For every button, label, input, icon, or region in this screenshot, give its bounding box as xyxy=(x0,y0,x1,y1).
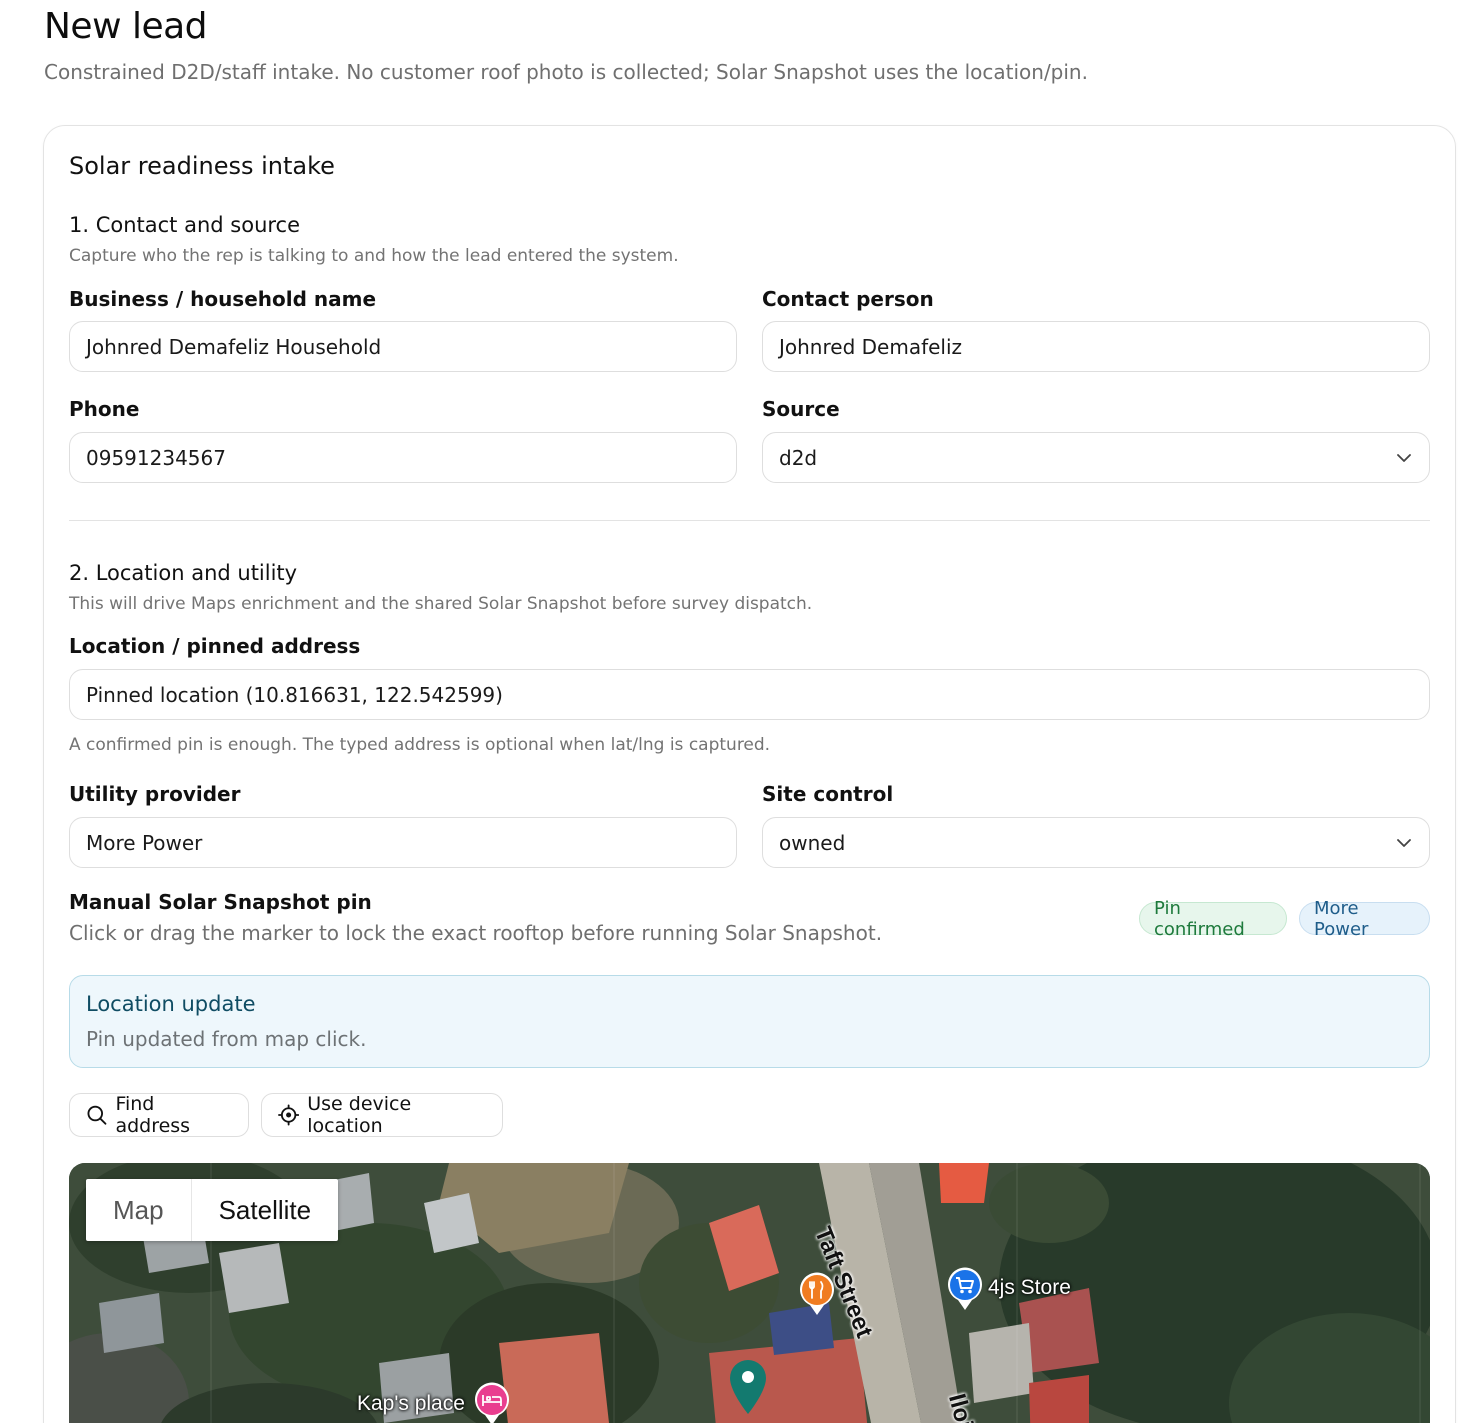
utility-provider-value: More Power xyxy=(86,830,203,855)
site-control-select[interactable]: owned xyxy=(762,817,1430,868)
poi-label-store: 4js Store xyxy=(988,1276,1071,1299)
page-subtitle: Constrained D2D/staff intake. No custome… xyxy=(44,60,1088,84)
card-title: Solar readiness intake xyxy=(69,152,335,180)
utility-provider-label: Utility provider xyxy=(69,782,241,806)
alert-body: Pin updated from map click. xyxy=(86,1027,367,1051)
contact-person-label: Contact person xyxy=(762,287,934,311)
satellite-toggle-button[interactable]: Satellite xyxy=(192,1179,339,1241)
business-name-label: Business / household name xyxy=(69,287,377,311)
use-device-location-button[interactable]: Use device location xyxy=(261,1093,503,1137)
utility-provider-input[interactable]: More Power xyxy=(69,817,737,868)
utility-badge: More Power xyxy=(1299,898,1430,940)
map-pin-icon[interactable] xyxy=(726,1356,770,1416)
shopping-cart-icon[interactable] xyxy=(946,1266,984,1312)
section-contact-hint: Capture who the rep is talking to and ho… xyxy=(69,246,679,266)
phone-input[interactable]: 09591234567 xyxy=(69,432,737,483)
section-contact-title: 1. Contact and source xyxy=(69,213,301,237)
site-control-value: owned xyxy=(779,830,846,855)
search-icon xyxy=(87,1105,107,1125)
section-location-hint: This will drive Maps enrichment and the … xyxy=(69,594,813,614)
poi-label-kaps: Kap's place xyxy=(357,1392,465,1415)
section-divider xyxy=(69,520,1430,521)
section-location-title: 2. Location and utility xyxy=(69,561,298,585)
map-toggle-button[interactable]: Map xyxy=(86,1179,192,1241)
use-device-location-label: Use device location xyxy=(307,1093,412,1137)
location-input[interactable]: Pinned location (10.816631, 122.542599) xyxy=(69,669,1430,720)
contact-person-input[interactable]: Johnred Demafeliz xyxy=(762,321,1430,372)
chevron-down-icon xyxy=(1397,839,1411,847)
business-name-input[interactable]: Johnred Demafeliz Household xyxy=(69,321,737,372)
source-value: d2d xyxy=(779,445,818,470)
source-select[interactable]: d2d xyxy=(762,432,1430,483)
map-type-toggle: Map Satellite xyxy=(86,1179,339,1241)
bed-icon[interactable] xyxy=(473,1381,511,1423)
pin-confirmed-badge: Pin confirmed xyxy=(1139,898,1287,940)
contact-person-value: Johnred Demafeliz xyxy=(779,334,963,359)
location-label: Location / pinned address xyxy=(69,634,361,658)
phone-value: 09591234567 xyxy=(86,445,226,470)
page-title: New lead xyxy=(44,6,208,47)
find-address-button[interactable]: Find address xyxy=(69,1093,249,1137)
location-value: Pinned location (10.816631, 122.542599) xyxy=(86,682,503,707)
restaurant-icon[interactable] xyxy=(798,1271,836,1317)
satellite-map[interactable]: Map Satellite Taft Street Iloi 4js Store… xyxy=(69,1163,1430,1423)
site-control-label: Site control xyxy=(762,782,894,806)
location-help-text: A confirmed pin is enough. The typed add… xyxy=(69,735,771,755)
source-label: Source xyxy=(762,397,840,421)
pin-title: Manual Solar Snapshot pin xyxy=(69,890,372,914)
alert-title: Location update xyxy=(86,992,256,1016)
phone-label: Phone xyxy=(69,397,140,421)
crosshair-icon xyxy=(278,1104,300,1126)
pin-description: Click or drag the marker to lock the exa… xyxy=(69,921,883,945)
find-address-label: Find address xyxy=(115,1093,191,1137)
business-name-value: Johnred Demafeliz Household xyxy=(86,334,382,359)
location-update-alert: Location update Pin updated from map cli… xyxy=(69,975,1430,1068)
chevron-down-icon xyxy=(1397,454,1411,462)
